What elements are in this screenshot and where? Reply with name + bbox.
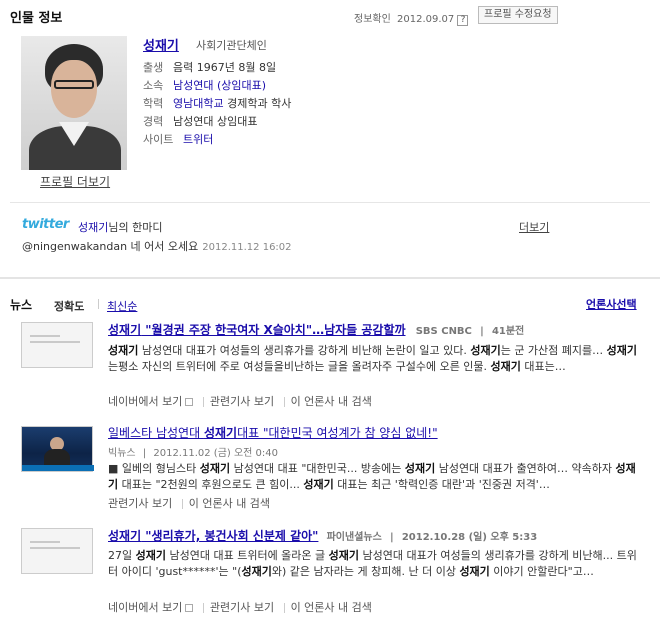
divider bbox=[10, 202, 650, 203]
article-time: 41분전 bbox=[491, 326, 525, 337]
twitter-header: 성재기님의 한마디 bbox=[78, 221, 163, 234]
info-row-birth: 출생 음력 1967년 8월 8일 bbox=[143, 61, 277, 74]
view-in-naver-link[interactable]: 네이버에서 보기 bbox=[108, 601, 182, 614]
article-links-1: 네이버에서 보기 관련기사 보기 이 언론사 내 검색 bbox=[108, 393, 372, 409]
press-search-link[interactable]: 이 언론사 내 검색 bbox=[291, 395, 372, 408]
press-search-link[interactable]: 이 언론사 내 검색 bbox=[291, 601, 372, 614]
article-source: 빅뉴스 bbox=[108, 448, 136, 459]
info-date-row: 정보확인 2012.09.07 ? bbox=[354, 10, 469, 26]
tweet: @ningenwakandan 네 어서 오세요 2012.11.12 16:02 bbox=[22, 238, 292, 254]
article-snippet-1: 성재기 남성연대 대표가 여성들의 생리휴가를 강하게 비난해 논란이 일고 있… bbox=[108, 344, 638, 373]
article-title-2[interactable]: 일베스타 남성연대 성재기대표 "대한민국 여성계가 참 양심 없네!" bbox=[108, 424, 438, 441]
article-meta-2: 빅뉴스 | 2012.11.02 (금) 오전 0:40 bbox=[108, 448, 279, 459]
doc-icon bbox=[185, 398, 194, 406]
info-row-org: 소속 남성연대 (상임대표) bbox=[143, 79, 267, 92]
article-time: 2012.10.28 (일) 오후 5:33 bbox=[401, 532, 538, 543]
profile-edit-request-button[interactable]: 프로필 수정요청 bbox=[478, 6, 558, 24]
article-snippet-3: 27일 성재기 남성연대 대표 트위터에 올라온 글 성재기 남성연대 대표가 … bbox=[108, 549, 637, 578]
related-articles-link[interactable]: 관련기사 보기 bbox=[210, 395, 274, 408]
person-name-link[interactable]: 성재기 bbox=[143, 35, 179, 54]
doc-icon bbox=[185, 604, 194, 612]
section-title-news: 뉴스 bbox=[10, 298, 33, 312]
article-source: 파이낸셜뉴스 bbox=[326, 532, 382, 543]
article-title-1[interactable]: 성재기 "월경권 주장 한국여자 X슬아치"…남자들 공감할까 SBS CNBC… bbox=[108, 321, 524, 338]
org-link[interactable]: 남성연대 (상임대표) bbox=[173, 79, 266, 92]
sort-latest-tab[interactable]: 최신순 bbox=[107, 298, 137, 314]
related-articles-link[interactable]: 관련기사 보기 bbox=[210, 601, 274, 614]
info-row-site: 사이트 트위터 bbox=[143, 133, 214, 146]
article-links-3: 네이버에서 보기 관련기사 보기 이 언론사 내 검색 bbox=[108, 599, 372, 615]
sort-separator bbox=[98, 299, 99, 309]
twitter-site-link[interactable]: 트위터 bbox=[183, 133, 213, 146]
article-thumbnail[interactable] bbox=[21, 426, 94, 472]
person-category: 사회기관단체인 bbox=[196, 39, 267, 52]
article-title-3[interactable]: 성재기 "생리휴가, 봉건사회 신분제 같아" 파이낸셜뉴스 | 2012.10… bbox=[108, 527, 537, 544]
info-date: 2012.09.07 bbox=[397, 14, 455, 25]
school-link[interactable]: 영남대학교 bbox=[173, 97, 224, 110]
twitter-more-link[interactable]: 더보기 bbox=[519, 219, 549, 235]
article-thumbnail[interactable] bbox=[21, 528, 93, 574]
article-thumbnail[interactable] bbox=[21, 322, 93, 368]
info-row-career: 경력 남성연대 상임대표 bbox=[143, 115, 258, 128]
tweet-timestamp: 2012.11.12 16:02 bbox=[202, 242, 292, 253]
profile-photo[interactable] bbox=[21, 36, 127, 170]
press-search-link[interactable]: 이 언론사 내 검색 bbox=[189, 497, 270, 510]
info-row-education: 학력 영남대학교 경제학과 학사 bbox=[143, 97, 292, 110]
press-select-link[interactable]: 언론사선택 bbox=[586, 296, 637, 312]
related-articles-link[interactable]: 관련기사 보기 bbox=[108, 497, 172, 510]
view-in-naver-link[interactable]: 네이버에서 보기 bbox=[108, 395, 182, 408]
article-snippet-2: ■ 일베의 형님스타 성재기 남성연대 대표 "대한민국... 방송에는 성재기… bbox=[108, 462, 636, 491]
twitter-logo: twitter bbox=[22, 217, 69, 232]
twitter-name-link[interactable]: 성재기 bbox=[78, 221, 108, 234]
article-source: SBS CNBC bbox=[415, 326, 472, 337]
help-icon[interactable]: ? bbox=[457, 15, 469, 26]
article-links-2: 관련기사 보기 이 언론사 내 검색 bbox=[108, 495, 270, 511]
article-time: 2012.11.02 (금) 오전 0:40 bbox=[153, 448, 279, 459]
profile-more-link[interactable]: 프로필 더보기 bbox=[40, 173, 110, 190]
section-divider bbox=[0, 277, 660, 279]
tweet-text: @ningenwakandan 네 어서 오세요 bbox=[22, 240, 199, 253]
info-date-label: 정보확인 bbox=[354, 14, 391, 25]
sort-accuracy-tab[interactable]: 정확도 bbox=[54, 298, 84, 314]
section-title-person-info: 인물 정보 bbox=[10, 11, 63, 26]
